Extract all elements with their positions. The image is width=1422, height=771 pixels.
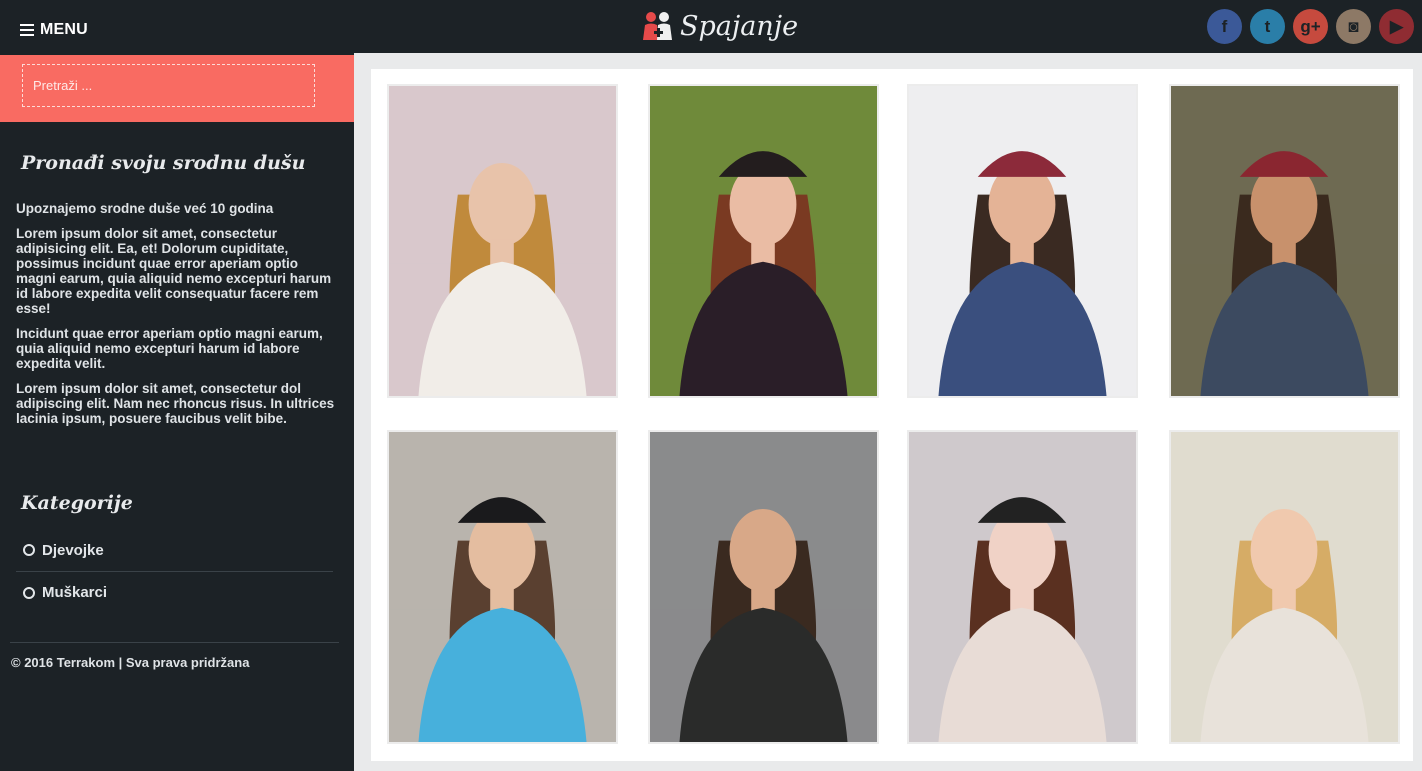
paragraph-2: Incidunt quae error aperiam optio magni … bbox=[16, 326, 323, 371]
logo-text: Spajanje bbox=[680, 10, 799, 42]
instagram-icon[interactable]: ◙ bbox=[1336, 9, 1371, 44]
photo-man-blue-shirt[interactable] bbox=[387, 430, 618, 744]
photo-gallery bbox=[371, 69, 1413, 761]
portrait-image bbox=[389, 432, 616, 742]
category-label: Muškarci bbox=[42, 584, 108, 601]
copyright-text: © 2016 Terrakom | Sva prava pridržana bbox=[11, 655, 250, 670]
search-bar bbox=[0, 55, 354, 122]
portrait-image bbox=[1171, 432, 1398, 742]
photo-woman-headphones[interactable] bbox=[907, 430, 1138, 744]
main-content bbox=[354, 53, 1422, 771]
portrait-image bbox=[650, 432, 877, 742]
hamburger-icon bbox=[20, 24, 34, 36]
menu-label: MENU bbox=[40, 21, 88, 38]
portrait-image bbox=[909, 86, 1136, 396]
menu-button[interactable]: MENU bbox=[20, 20, 88, 40]
twitter-icon[interactable]: t bbox=[1250, 9, 1285, 44]
intro-text: Upoznajemo srodne duše već 10 godina bbox=[16, 201, 274, 216]
google-plus-icon[interactable]: g+ bbox=[1293, 9, 1328, 44]
portrait-image bbox=[1171, 86, 1398, 396]
circle-icon bbox=[23, 544, 35, 556]
category-label: Djevojke bbox=[42, 541, 104, 559]
photo-woman-hat[interactable] bbox=[648, 84, 879, 398]
circle-icon bbox=[23, 586, 35, 599]
photo-man-guitar[interactable] bbox=[1169, 84, 1400, 398]
portrait-image bbox=[650, 86, 877, 396]
divider bbox=[10, 642, 339, 643]
paragraph-3: Lorem ipsum dolor sit amet, consectetur … bbox=[16, 381, 335, 426]
portrait-image bbox=[909, 432, 1136, 742]
sidebar: Pronađi svoju srodnu dušu Upoznajemo sro… bbox=[0, 55, 354, 771]
site-logo[interactable]: Spajanje bbox=[640, 4, 798, 48]
categories-list: Djevojke Muškarci bbox=[16, 529, 333, 613]
category-muskarci[interactable]: Muškarci bbox=[16, 571, 333, 613]
portrait-image bbox=[389, 86, 616, 396]
social-links: f t g+ ◙ ▶ bbox=[1207, 9, 1414, 44]
category-djevojke[interactable]: Djevojke bbox=[16, 529, 333, 571]
couple-logo-icon bbox=[643, 12, 672, 40]
search-input[interactable] bbox=[22, 64, 315, 107]
photo-woman-laptop[interactable] bbox=[387, 84, 618, 398]
categories-heading: Kategorije bbox=[21, 492, 133, 514]
facebook-icon[interactable]: f bbox=[1207, 9, 1242, 44]
photo-man-beanie[interactable] bbox=[907, 84, 1138, 398]
find-soulmate-heading: Pronađi svoju srodnu dušu bbox=[21, 152, 306, 174]
photo-woman-smile[interactable] bbox=[1169, 430, 1400, 744]
paragraph-1: Lorem ipsum dolor sit amet, consectetur … bbox=[16, 226, 332, 316]
youtube-icon[interactable]: ▶ bbox=[1379, 9, 1414, 44]
photo-man-suit[interactable] bbox=[648, 430, 879, 744]
top-bar: MENU Spajanje f t g+ ◙ ▶ bbox=[0, 0, 1422, 55]
